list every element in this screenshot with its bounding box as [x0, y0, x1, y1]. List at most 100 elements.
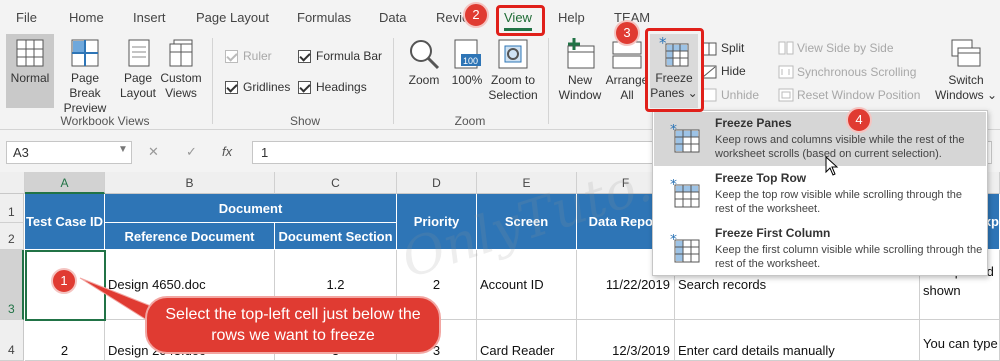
- menu-item-description: Keep rows and columns visible while the …: [715, 134, 965, 160]
- zoom-to-label-2: Selection: [488, 88, 538, 102]
- custom-views-icon: [169, 39, 193, 67]
- column-header-b[interactable]: B: [105, 172, 275, 194]
- group-divider: [393, 38, 394, 124]
- cell-h4[interactable]: You can type: [920, 320, 1000, 361]
- name-box-dropdown-icon[interactable]: ▼: [118, 144, 128, 155]
- tab-formulas[interactable]: Formulas: [297, 10, 351, 25]
- ruler-checkbox[interactable]: [225, 50, 238, 63]
- highlight-view-tab: [496, 5, 545, 36]
- zoom-100-icon-text: 100: [463, 56, 478, 66]
- menu-item-title: Freeze First Column: [715, 226, 831, 240]
- hide-button[interactable]: Hide: [721, 64, 746, 78]
- normal-view-button[interactable]: Normal: [6, 34, 54, 108]
- tab-page-layout[interactable]: Page Layout: [196, 10, 269, 25]
- header-document[interactable]: Document: [105, 194, 397, 223]
- zoom-button[interactable]: Zoom: [403, 38, 445, 88]
- page-break-preview-button[interactable]: Page Break Preview: [55, 38, 115, 116]
- header-document-section[interactable]: Document Section: [275, 223, 397, 250]
- page-layout-view-button[interactable]: Page Layout: [117, 38, 159, 101]
- group-divider: [212, 38, 213, 124]
- row-header-2[interactable]: 2: [0, 223, 24, 250]
- header-reference-document[interactable]: Reference Document: [105, 223, 275, 250]
- column-header-d[interactable]: D: [397, 172, 477, 194]
- unhide-button[interactable]: Unhide: [721, 88, 759, 102]
- switch-windows-button[interactable]: Switch Windows ⌄: [934, 38, 998, 103]
- freeze-top-row-icon: *: [670, 179, 700, 208]
- row-header-3[interactable]: 3: [0, 250, 24, 320]
- freeze-panes-menu: * Freeze Panes Keep rows and columns vis…: [652, 110, 988, 276]
- cell-g4[interactable]: Enter card details manually: [675, 320, 920, 361]
- zoom-group-label: Zoom: [454, 114, 486, 128]
- enter-icon[interactable]: ✓: [186, 144, 197, 160]
- cell-e4[interactable]: Card Reader: [477, 320, 577, 361]
- custom-views-button[interactable]: Custom Views: [158, 38, 204, 101]
- switch-label-1: Switch: [948, 73, 984, 87]
- name-box[interactable]: A3: [6, 141, 132, 164]
- tab-data[interactable]: Data: [379, 10, 406, 25]
- arrange-all-label-1: Arrange: [605, 73, 649, 87]
- normal-view-icon: [16, 39, 44, 67]
- page-break-label-1: Page Break: [69, 71, 101, 100]
- tab-help[interactable]: Help: [558, 10, 585, 25]
- mouse-cursor-icon: [825, 156, 839, 176]
- tab-home[interactable]: Home: [69, 10, 104, 25]
- split-button[interactable]: Split: [721, 41, 744, 55]
- new-window-button[interactable]: New Window: [556, 38, 604, 103]
- row-header-1[interactable]: 1: [0, 194, 24, 223]
- synchronous-scrolling-button[interactable]: Synchronous Scrolling: [797, 65, 916, 79]
- zoom-100-icon: 100: [454, 39, 481, 69]
- row-header-4[interactable]: 4: [0, 320, 24, 361]
- new-window-icon: [567, 38, 595, 69]
- headings-label: Headings: [316, 80, 367, 94]
- step-badge-3: 3: [614, 20, 640, 46]
- custom-views-label-1: Custom: [160, 71, 202, 85]
- column-header-a[interactable]: A: [25, 172, 105, 194]
- zoom-label: Zoom: [408, 73, 440, 87]
- callout-bubble: Select the top-left cell just below the …: [145, 296, 441, 354]
- arrange-all-button[interactable]: Arrange All: [604, 38, 650, 103]
- step-badge-2: 2: [463, 2, 489, 28]
- reset-window-icon: [778, 88, 794, 102]
- highlight-freeze-button: [645, 28, 704, 112]
- header-test-case-id[interactable]: Test Case ID: [25, 194, 105, 250]
- show-group-label: Show: [289, 114, 321, 128]
- new-window-label-1: New: [567, 73, 592, 87]
- page-layout-label-2: Layout: [119, 86, 157, 100]
- cell-f4[interactable]: 12/3/2019: [577, 320, 675, 361]
- workbook-views-group-label: Workbook Views: [60, 114, 150, 128]
- headings-checkbox[interactable]: [298, 81, 311, 94]
- side-by-side-icon: [778, 41, 794, 55]
- freeze-panes-menu-icon: *: [670, 124, 700, 153]
- zoom-100-button[interactable]: 100 100%: [448, 38, 486, 88]
- tab-insert[interactable]: Insert: [133, 10, 166, 25]
- zoom-to-selection-button[interactable]: Zoom to Selection: [486, 38, 540, 103]
- menu-item-freeze-top-row[interactable]: * Freeze Top Row Keep the top row visibl…: [654, 167, 986, 221]
- arrange-all-label-2: All: [620, 88, 634, 102]
- zoom-to-label-1: Zoom to: [490, 73, 535, 87]
- page-layout-icon: [128, 39, 150, 67]
- gridlines-label: Gridlines: [243, 80, 291, 94]
- menu-item-title: Freeze Top Row: [715, 171, 807, 185]
- tab-file[interactable]: File: [16, 10, 37, 25]
- menu-item-freeze-panes[interactable]: * Freeze Panes Keep rows and columns vis…: [654, 112, 986, 166]
- switch-windows-icon: [951, 39, 981, 67]
- chevron-down-icon: ⌄: [986, 88, 998, 102]
- switch-label-2: Windows: [934, 88, 984, 102]
- menu-item-description: Keep the top row visible while scrolling…: [715, 189, 963, 215]
- view-side-by-side-button[interactable]: View Side by Side: [797, 41, 894, 55]
- column-header-c[interactable]: C: [275, 172, 397, 194]
- reset-window-position-button[interactable]: Reset Window Position: [797, 88, 920, 102]
- select-all-corner[interactable]: [0, 172, 25, 194]
- page-break-preview-icon: [71, 39, 99, 67]
- formula-bar-checkbox[interactable]: [298, 50, 311, 63]
- zoom-selection-icon: [498, 39, 528, 69]
- magnifier-icon: [410, 40, 440, 70]
- menu-item-freeze-first-column[interactable]: * Freeze First Column Keep the first col…: [654, 222, 986, 276]
- cancel-icon[interactable]: ✕: [148, 144, 159, 160]
- gridlines-checkbox[interactable]: [225, 81, 238, 94]
- insert-function-icon[interactable]: fx: [222, 144, 232, 159]
- page-layout-label-1: Page: [123, 71, 153, 85]
- new-window-label-2: Window: [558, 88, 602, 102]
- zoom-100-label: 100%: [451, 73, 483, 87]
- step-badge-4: 4: [846, 107, 872, 133]
